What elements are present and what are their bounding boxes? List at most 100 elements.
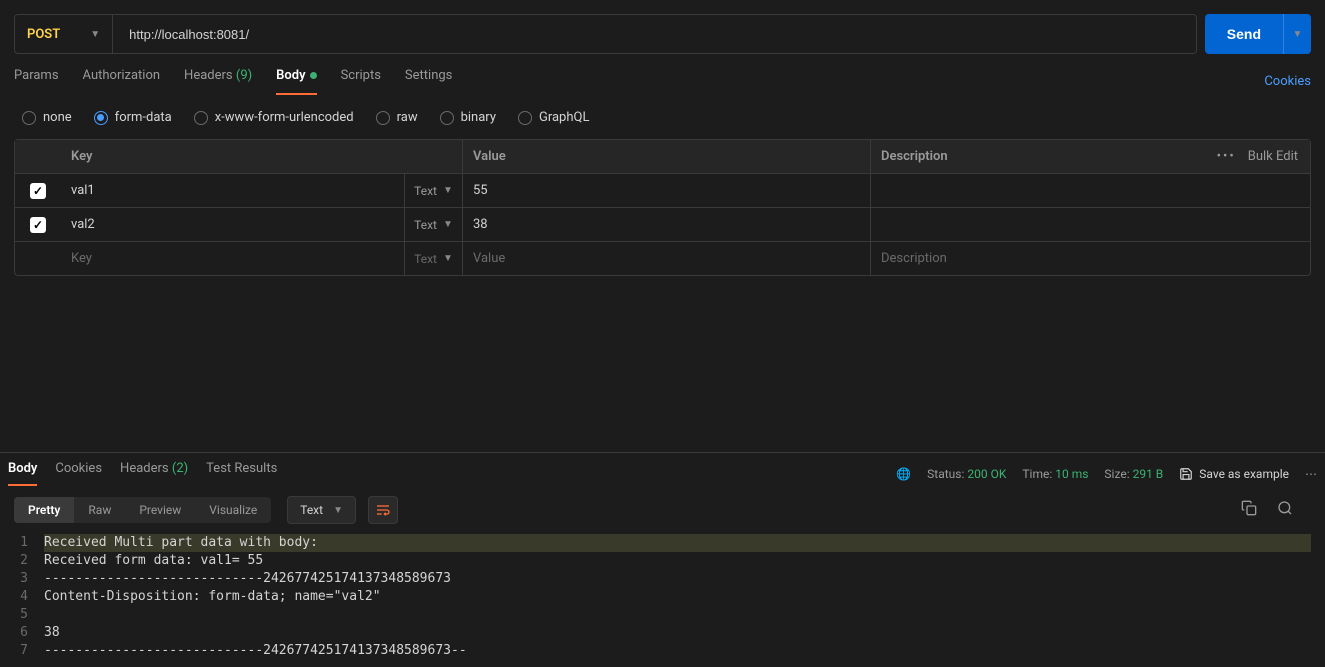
radio-label: raw: [397, 110, 418, 125]
key-cell[interactable]: Key: [61, 242, 405, 275]
radio-icon: [440, 111, 454, 125]
value-cell[interactable]: Value: [463, 242, 871, 275]
line-number: 6: [14, 624, 44, 642]
radio-raw[interactable]: raw: [376, 110, 418, 125]
type-label: Text: [414, 184, 437, 198]
wrap-icon: [375, 502, 391, 518]
tab-settings[interactable]: Settings: [405, 68, 452, 95]
row-checkbox[interactable]: ✓: [30, 183, 46, 199]
tab-headers-label: Headers: [184, 68, 233, 83]
radio-icon: [22, 111, 36, 125]
view-raw[interactable]: Raw: [74, 497, 125, 523]
col-key: Key: [61, 140, 463, 173]
save-as-example-button[interactable]: Save as example: [1179, 467, 1289, 481]
type-select[interactable]: Text▼: [405, 242, 463, 275]
value-cell[interactable]: 38: [463, 208, 871, 241]
bulk-edit-button[interactable]: Bulk Edit: [1248, 149, 1298, 164]
http-method-select[interactable]: POST ▼: [15, 15, 113, 53]
code-line: Content-Disposition: form-data; name="va…: [44, 588, 381, 606]
col-value: Value: [463, 140, 871, 173]
code-line: ----------------------------242677425174…: [44, 642, 467, 660]
line-number: 7: [14, 642, 44, 660]
view-preview[interactable]: Preview: [125, 497, 195, 523]
key-cell[interactable]: val1: [61, 174, 405, 207]
tab-headers[interactable]: Headers (9): [184, 68, 252, 95]
row-checkbox[interactable]: ✓: [30, 217, 46, 233]
radio-label: GraphQL: [539, 110, 589, 125]
type-label: Text: [414, 252, 437, 266]
cookies-link[interactable]: Cookies: [1264, 74, 1311, 89]
table-row: ✓ val1 Text ▼ 55: [15, 174, 1310, 208]
view-visualize[interactable]: Visualize: [195, 497, 271, 523]
size-label: Size:: [1104, 467, 1129, 481]
line-number: 2: [14, 552, 44, 570]
radio-binary[interactable]: binary: [440, 110, 496, 125]
radio-urlencoded[interactable]: x-www-form-urlencoded: [194, 110, 354, 125]
code-line: ----------------------------242677425174…: [44, 570, 451, 588]
type-select[interactable]: Text▼: [405, 208, 463, 241]
search-icon[interactable]: [1277, 500, 1293, 520]
radio-none[interactable]: none: [22, 110, 72, 125]
resp-tab-tests[interactable]: Test Results: [206, 461, 277, 486]
type-label: Text: [414, 218, 437, 232]
type-select[interactable]: Text ▼: [405, 174, 463, 207]
radio-icon: [376, 111, 390, 125]
resp-tab-body[interactable]: Body: [8, 461, 37, 486]
radio-label: form-data: [115, 110, 172, 125]
resp-tab-cookies[interactable]: Cookies: [55, 461, 102, 486]
radio-icon: [94, 111, 108, 125]
table-row: ✓ val2 Text▼ 38: [15, 208, 1310, 242]
code-line: Received form data: val1= 55: [44, 552, 263, 570]
desc-cell[interactable]: Description: [871, 242, 1310, 275]
save-example-label: Save as example: [1199, 467, 1289, 481]
status-value: 200 OK: [967, 467, 1006, 481]
tab-params[interactable]: Params: [14, 68, 59, 95]
desc-cell[interactable]: [871, 208, 1310, 241]
more-options-icon[interactable]: •••: [1217, 149, 1236, 164]
line-number: 4: [14, 588, 44, 606]
chevron-down-icon: ▼: [443, 185, 453, 196]
radio-graphql[interactable]: GraphQL: [518, 110, 589, 125]
chevron-down-icon: ▼: [90, 29, 100, 40]
radio-label: binary: [461, 110, 496, 125]
url-input[interactable]: [113, 15, 1196, 53]
method-label: POST: [27, 27, 60, 42]
radio-label: x-www-form-urlencoded: [215, 110, 354, 125]
radio-label: none: [43, 110, 72, 125]
status-label: Status:: [927, 467, 964, 481]
save-icon: [1179, 467, 1193, 481]
value-cell[interactable]: 55: [463, 174, 871, 207]
tab-body[interactable]: Body: [276, 68, 316, 95]
col-description: Description: [871, 140, 1205, 173]
radio-form-data[interactable]: form-data: [94, 110, 172, 125]
tab-authorization[interactable]: Authorization: [83, 68, 161, 95]
time-label: Time:: [1022, 467, 1052, 481]
globe-icon[interactable]: 🌐: [896, 467, 911, 481]
table-row-new: Key Text▼ Value Description: [15, 242, 1310, 275]
response-body: 1Received Multi part data with body: 2Re…: [0, 534, 1325, 660]
tab-scripts[interactable]: Scripts: [341, 68, 381, 95]
line-number: 3: [14, 570, 44, 588]
radio-icon: [518, 111, 532, 125]
key-cell[interactable]: val2: [61, 208, 405, 241]
wrap-lines-button[interactable]: [368, 496, 398, 524]
more-horizontal-icon[interactable]: ⋯: [1305, 467, 1317, 481]
size-value: 291 B: [1133, 467, 1164, 481]
tab-body-label: Body: [276, 68, 305, 83]
resp-tab-headers[interactable]: Headers (2): [120, 461, 188, 486]
code-line: 38: [44, 624, 60, 642]
desc-cell[interactable]: [871, 174, 1310, 207]
send-button[interactable]: Send: [1205, 14, 1283, 54]
dot-indicator-icon: [310, 72, 317, 79]
format-select[interactable]: Text▼: [287, 496, 356, 524]
send-dropdown-button[interactable]: ▼: [1283, 14, 1311, 54]
copy-icon[interactable]: [1241, 500, 1257, 520]
resp-headers-count: (2): [172, 461, 188, 476]
time-value: 10 ms: [1055, 467, 1088, 481]
format-label: Text: [300, 503, 323, 517]
line-number: 1: [14, 534, 44, 552]
resp-headers-label: Headers: [120, 461, 169, 476]
view-pretty[interactable]: Pretty: [14, 497, 74, 523]
line-number: 5: [14, 606, 44, 624]
chevron-down-icon: ▼: [1293, 29, 1303, 40]
